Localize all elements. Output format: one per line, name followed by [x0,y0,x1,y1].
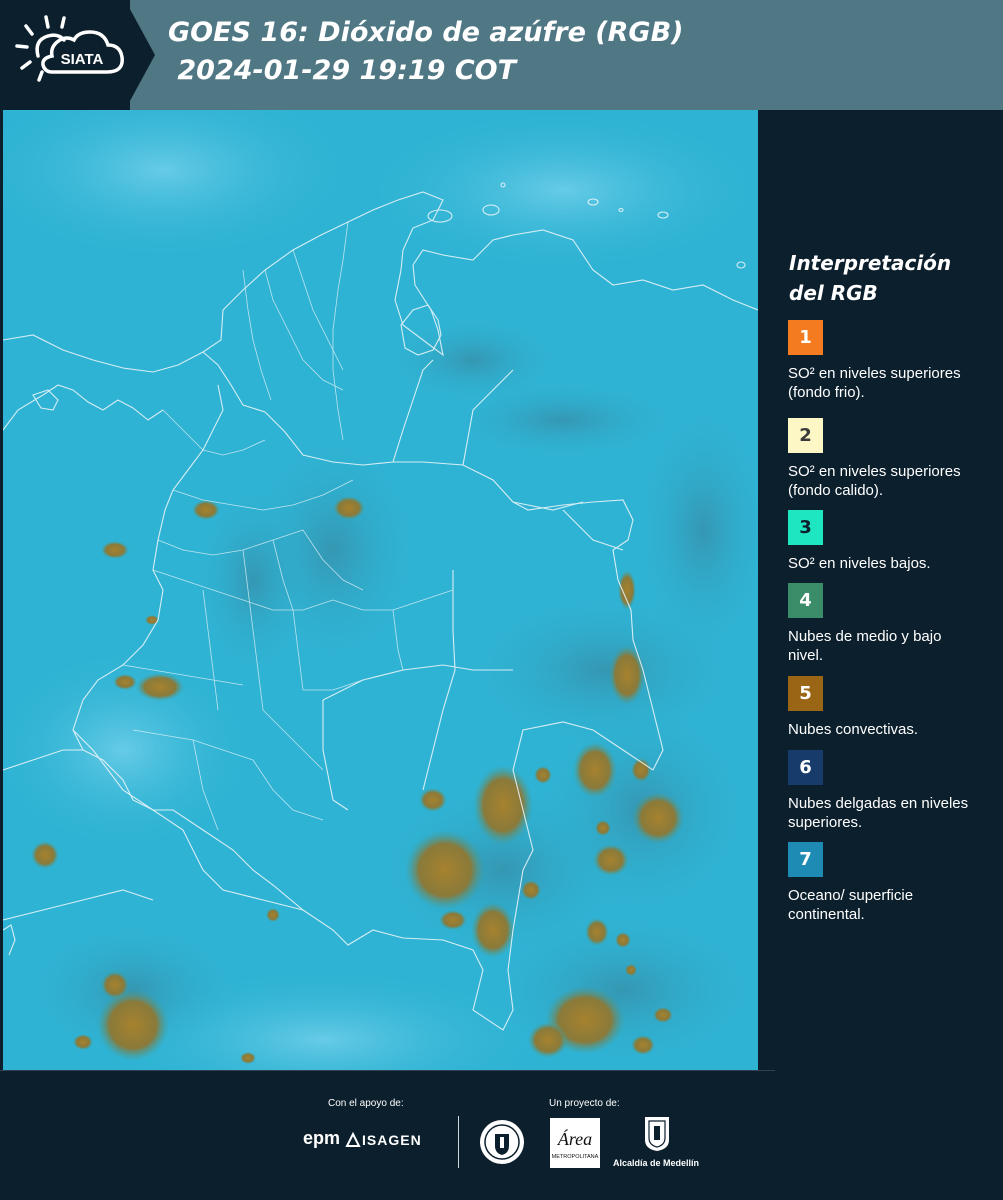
legend-label-1: SO² en niveles superiores (fondo frio). [788,365,961,401]
legend-item-7: 7 Oceano/ superficie continental. [788,842,978,924]
legend-number-4: 4 [799,590,812,611]
logo-arrow-shape [125,0,155,110]
alcaldia-label: Alcaldía de Medellín [613,1158,700,1168]
legend-swatch-1: 1 [788,320,823,355]
legend-item-3: 3 SO² en niveles bajos. [788,510,978,573]
title-line-2: 2024-01-29 19:19 COT [168,55,517,86]
epm-logo: epm [303,1128,341,1148]
legend-number-5: 5 [799,683,812,704]
legend-label-4: Nubes de medio y bajo nivel. [788,628,942,664]
legend-swatch-3: 3 [788,510,823,545]
legend-label-3: SO² en niveles bajos. [788,555,931,572]
legend-swatch-4: 4 [788,583,823,618]
svg-text:METROPOLITANA: METROPOLITANA [552,1154,599,1160]
legend-number-1: 1 [799,327,812,348]
logo-divider [458,1116,459,1168]
svg-text:Área: Área [557,1128,592,1149]
legend-label-5: Nubes convectivas. [788,721,919,738]
header: SIATA GOES 16: Dióxido de azúfre (RGB) 2… [0,0,1003,110]
legend-number-3: 3 [799,517,812,538]
legend-label-2: SO² en niveles superiores (fondo calido)… [788,463,961,499]
legend-swatch-2: 2 [788,418,823,453]
isagen-logo: ISAGEN [362,1132,422,1148]
project-label: Un proyecto de: [549,1098,620,1109]
legend-swatch-6: 6 [788,750,823,785]
legend-number-2: 2 [799,425,812,446]
legend-panel: Interpretación del RGB 1 SO² en niveles … [760,110,1003,1070]
legend-swatch-7: 7 [788,842,823,877]
support-label: Con el apoyo de: [328,1098,404,1109]
legend-label-7: Oceano/ superficie continental. [788,887,914,923]
svg-text:SIATA: SIATA [61,51,104,68]
sun-cloud-icon: SIATA [15,15,124,82]
legend-item-2: 2 SO² en niveles superiores (fondo calid… [788,418,978,500]
isagen-mark-icon [345,1132,361,1147]
legend-label-6: Nubes delgadas en niveles superiores. [788,795,969,831]
legend-item-4: 4 Nubes de medio y bajo nivel. [788,583,978,665]
footer-divider-line [0,1070,775,1071]
area-metropolitana-logo: Área METROPOLITANA [550,1118,600,1168]
legend-number-6: 6 [799,757,812,778]
siata-logo: SIATA [0,0,130,110]
alcaldia-shield-icon [645,1117,669,1151]
legend-title: Interpretación del RGB [789,251,952,305]
legend-item-1: 1 SO² en niveles superiores (fondo frio)… [788,320,978,402]
sulfur-dioxide-rgb-image [3,110,758,1070]
legend-number-7: 7 [799,849,812,870]
legend-item-5: 5 Nubes convectivas. [788,676,978,739]
medellin-seal-icon [480,1120,524,1164]
legend-item-6: 6 Nubes delgadas en niveles superiores. [788,750,978,832]
area-logo-icon: Área METROPOLITANA [550,1118,600,1168]
title-line-1: GOES 16: Dióxido de azúfre (RGB) [168,17,684,48]
legend-swatch-5: 5 [788,676,823,711]
page-title: GOES 16: Dióxido de azúfre (RGB) 2024-01… [168,14,684,90]
footer: Con el apoyo de: Un proyecto de: epm ISA… [0,1070,1003,1200]
satellite-map[interactable] [3,110,758,1070]
